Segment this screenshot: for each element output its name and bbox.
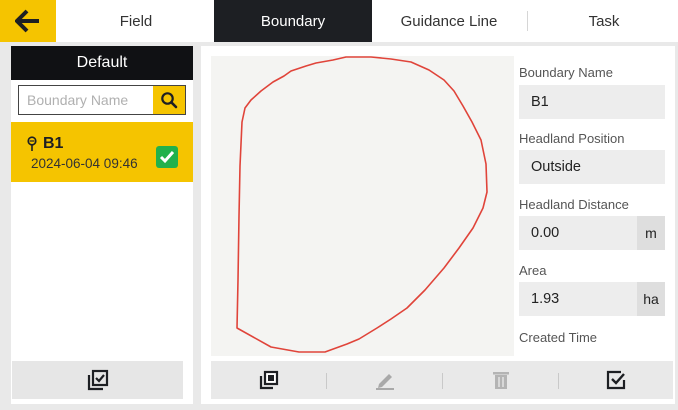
tab-boundary[interactable]: Boundary xyxy=(214,0,372,42)
boundary-item-checkbox[interactable] xyxy=(156,146,178,168)
created-time-label: Created Time xyxy=(519,330,598,345)
tab-divider xyxy=(527,11,528,31)
headland-distance-unit: m xyxy=(637,216,665,250)
tab-guidance-line[interactable]: Guidance Line xyxy=(372,0,526,42)
tab-field[interactable]: Field xyxy=(58,0,214,42)
boundary-name-field[interactable]: B1 xyxy=(519,85,665,119)
boundary-item-time: 2024-06-04 09:46 xyxy=(31,156,138,171)
group-title: Default xyxy=(11,46,193,80)
boundary-list-panel: Default B1 2024-06-04 09:46 xyxy=(11,46,193,404)
boundary-item-name: B1 xyxy=(43,135,64,152)
boundary-detail-panel: Boundary Name B1 Headland Position Outsi… xyxy=(201,46,675,404)
boundary-toolbar xyxy=(211,361,673,399)
edit-icon xyxy=(375,374,394,390)
delete-icon xyxy=(492,372,509,389)
confirm-button[interactable] xyxy=(559,361,673,399)
list-item[interactable]: B1 2024-06-04 09:46 xyxy=(11,122,193,182)
select-all-button[interactable] xyxy=(12,361,183,399)
boundary-map-canvas[interactable] xyxy=(211,56,514,356)
headland-distance-label: Headland Distance xyxy=(519,197,629,212)
back-arrow-icon xyxy=(15,9,39,33)
edit-button[interactable] xyxy=(327,361,442,399)
headland-position-field[interactable]: Outside xyxy=(519,150,665,184)
select-all-icon xyxy=(87,369,108,391)
copy-icon xyxy=(259,370,278,390)
search-box xyxy=(18,85,186,115)
boundary-outline xyxy=(236,56,488,353)
delete-button[interactable] xyxy=(443,361,558,399)
pin-icon xyxy=(27,136,37,151)
confirm-icon xyxy=(606,370,626,390)
top-nav-bar: Field Boundary Guidance Line Task xyxy=(0,0,678,42)
headland-distance-field[interactable]: 0.00 xyxy=(519,216,637,250)
headland-position-label: Headland Position xyxy=(519,131,625,146)
search-input[interactable] xyxy=(19,86,153,114)
tab-task[interactable]: Task xyxy=(530,0,678,42)
boundary-item-name-row: B1 xyxy=(25,135,63,153)
boundary-name-label: Boundary Name xyxy=(519,65,613,80)
search-button[interactable] xyxy=(153,86,185,114)
search-icon xyxy=(161,92,178,109)
area-unit: ha xyxy=(637,282,665,316)
area-label: Area xyxy=(519,263,547,278)
back-button[interactable] xyxy=(0,0,56,42)
area-field: 1.93 xyxy=(519,282,637,316)
copy-button[interactable] xyxy=(211,361,326,399)
check-icon xyxy=(159,151,175,164)
